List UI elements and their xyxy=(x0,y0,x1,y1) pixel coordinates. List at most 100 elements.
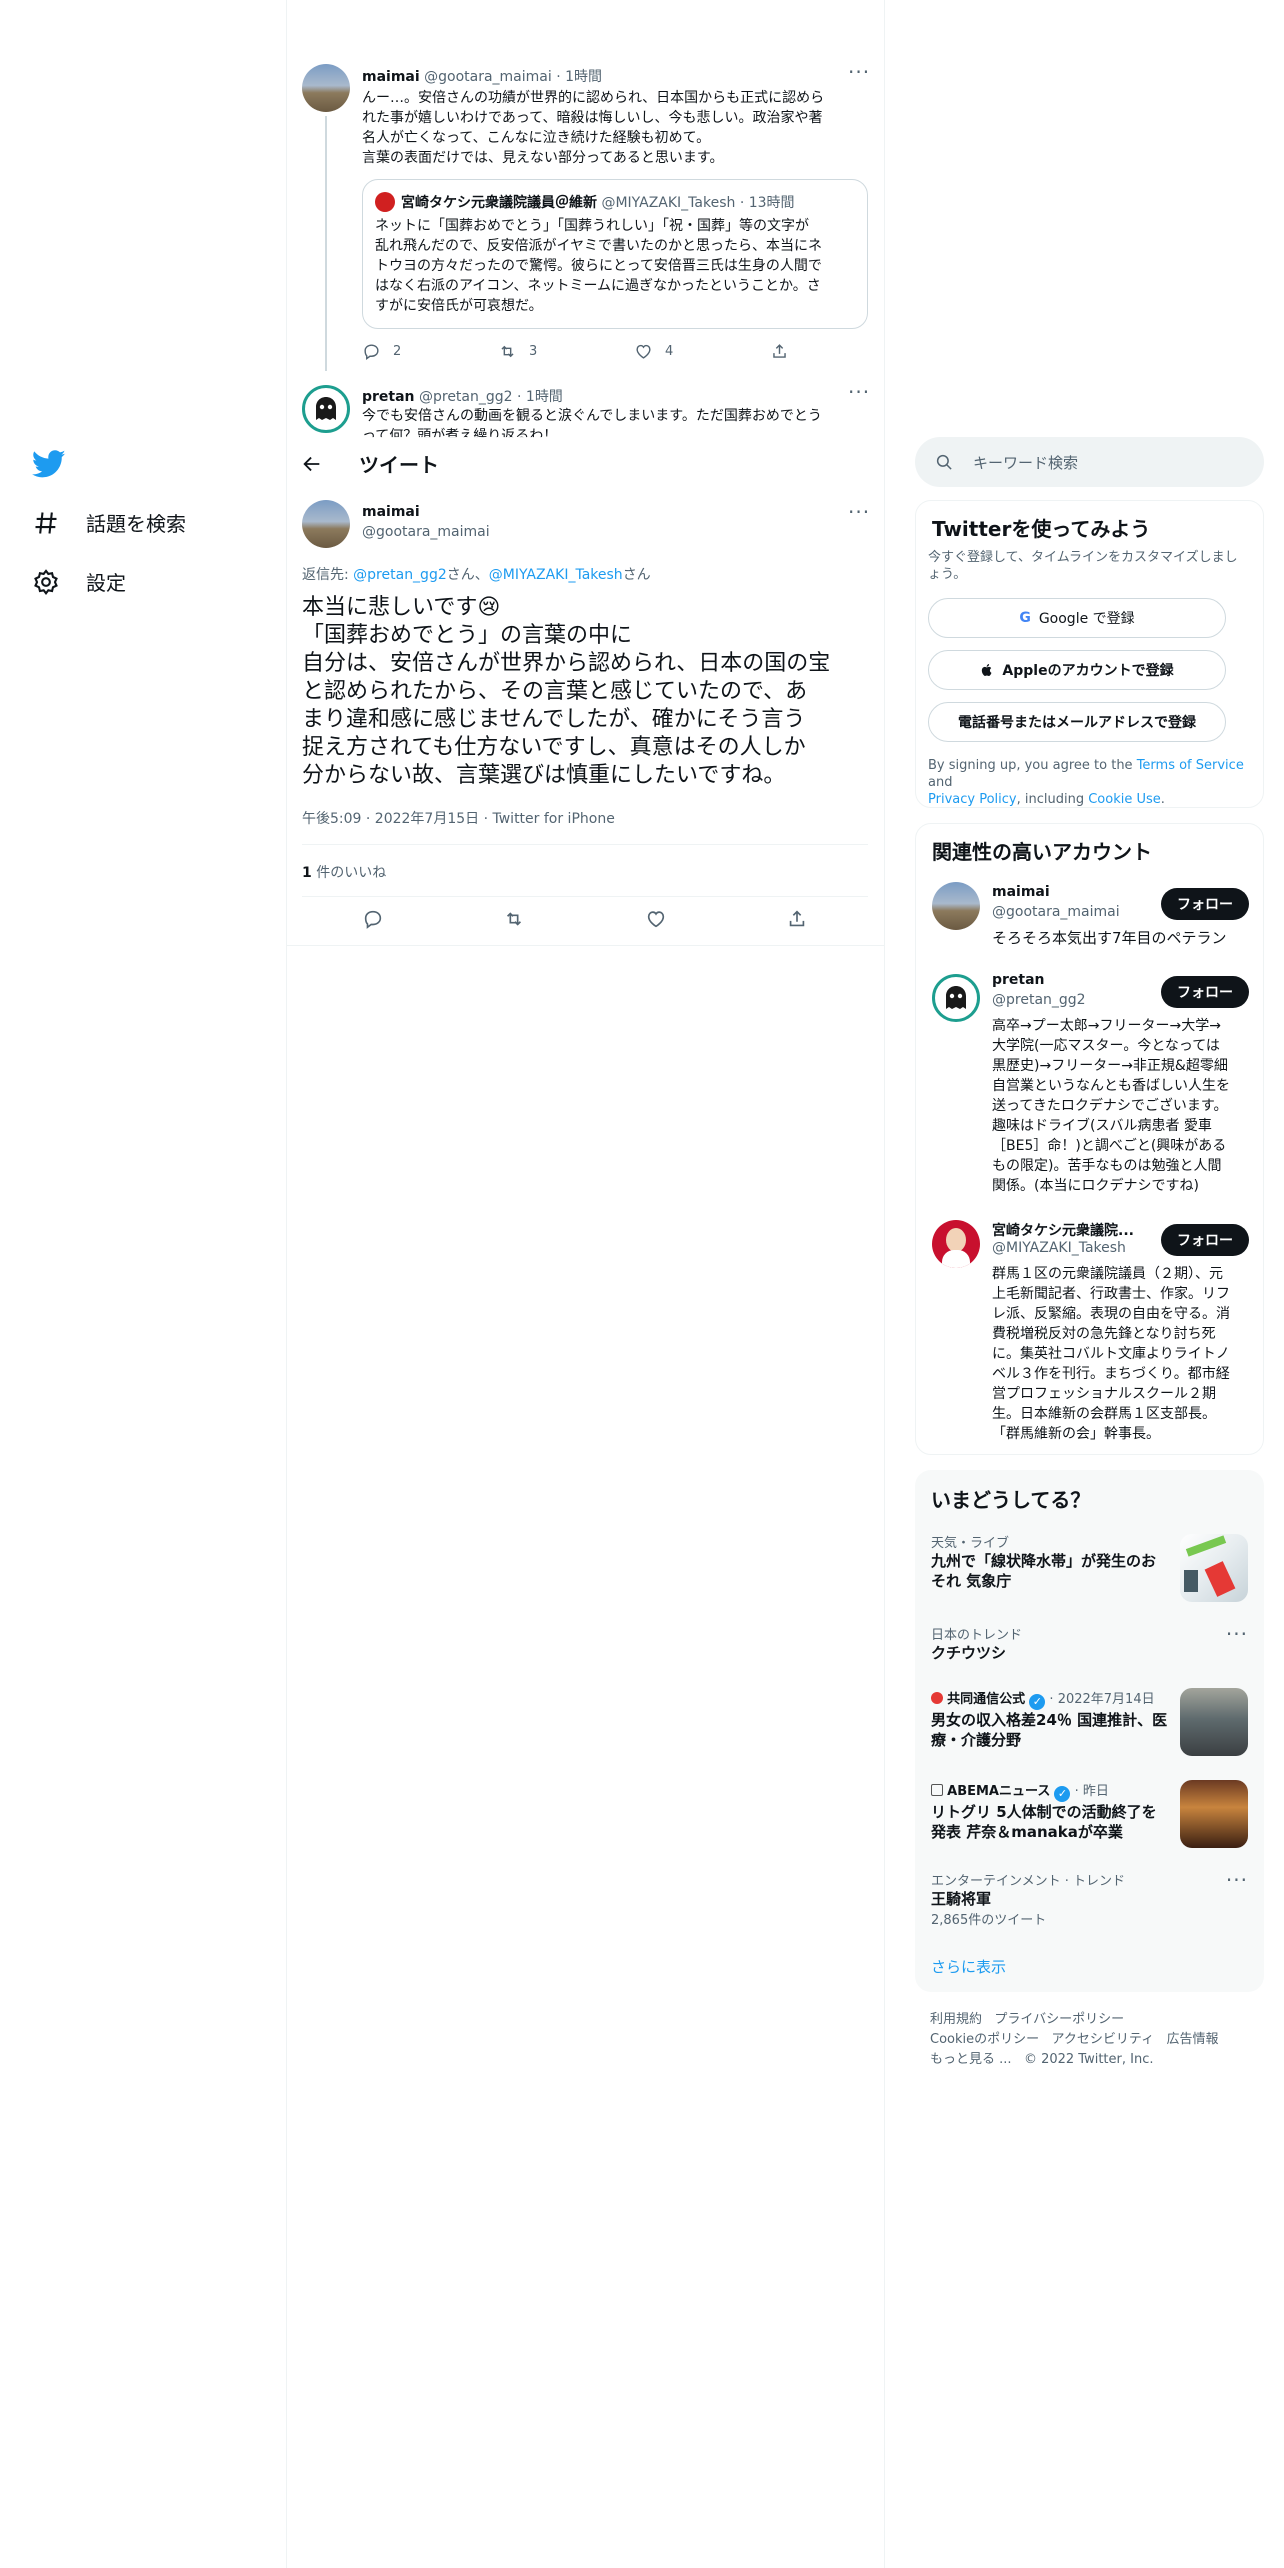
reply-icon[interactable] xyxy=(362,908,384,930)
footer-ads-link[interactable]: 広告情報 xyxy=(1167,2032,1219,2047)
trend-item[interactable]: ABEMAニュース ✓ · 昨日 リトグリ 5人体制での活動終了を 発表 芹奈＆… xyxy=(931,1780,1171,1842)
tweet-text-line: 「国葬おめでとう」の言葉の中に xyxy=(302,623,633,648)
account-handle[interactable]: @pretan_gg2 xyxy=(992,992,1086,1008)
reply-prefix: 返信先: xyxy=(302,567,354,583)
account-bio: そろそろ本気出す7年目のペテラン xyxy=(992,928,1252,948)
more-options-icon[interactable]: ··· xyxy=(848,60,870,84)
tweet-page-header: ツイート xyxy=(287,437,884,490)
account-handle[interactable]: @MIYAZAKI_Takesh xyxy=(992,1240,1126,1256)
reply-mention-link[interactable]: @MIYAZAKI_Takesh xyxy=(489,567,623,583)
google-icon: G xyxy=(1019,610,1031,626)
tweet-text-line: 本当に悲しいです😢 xyxy=(302,595,501,620)
tweet-text-line: 自分は、安倍さんが世界から認められ、日本の国の宝 xyxy=(302,651,831,676)
retweet-icon[interactable] xyxy=(503,908,525,930)
thread-connector-line xyxy=(325,116,327,371)
divider xyxy=(302,844,868,845)
footer-more-link[interactable]: もっと見る ... xyxy=(930,2052,1012,2067)
trend-count: 2,865件のツイート xyxy=(931,1913,1047,1928)
apple-signup-button[interactable]: Appleのアカウントで登録 xyxy=(928,650,1226,690)
bio-line: そろそろ本気出す7年目のペテラン xyxy=(992,929,1227,947)
avatar[interactable] xyxy=(932,882,980,930)
footer-copyright: © 2022 Twitter, Inc. xyxy=(1023,2052,1154,2067)
trend-context: 天気・ライブ xyxy=(931,1536,1010,1551)
tweet-text-line: まり違和感に感じませんでしたが、確かにそう言う xyxy=(302,707,806,732)
handle-time[interactable]: @pretan_gg2 · 1時間 xyxy=(419,389,563,405)
like-button[interactable]: 4 xyxy=(634,342,770,361)
bio-line: 群馬１区の元衆議院議員（２期）、元 xyxy=(992,1266,1223,1282)
account-handle[interactable]: @gootara_maimai xyxy=(992,904,1120,920)
trend-item[interactable]: 天気・ライブ 九州で「線状降水帯」が発生のお それ 気象庁 xyxy=(931,1532,1161,1591)
trend-title-line: 療・介護分野 xyxy=(931,1731,1022,1749)
tweet-text-line: 乱れ飛んだので、反安倍派がイヤミで書いたのかと思ったら、本当にネ xyxy=(375,238,823,254)
account-name[interactable]: pretan xyxy=(992,972,1045,988)
reply-mention-link[interactable]: @pretan_gg2 xyxy=(353,567,447,583)
handle-time[interactable]: @gootara_maimai · 1時間 xyxy=(424,69,602,85)
user-name[interactable]: maimai xyxy=(362,504,420,520)
privacy-link[interactable]: Privacy Policy xyxy=(928,792,1017,807)
account-name[interactable]: maimai xyxy=(992,884,1050,900)
related-title: 関連性の高いアカウント xyxy=(932,840,1152,864)
share-button[interactable] xyxy=(770,342,789,361)
more-options-icon[interactable]: ··· xyxy=(848,380,870,404)
bio-line: 高卒→プー太郎→フリーター→大学→ xyxy=(992,1018,1221,1034)
footer-cookie-link[interactable]: Cookieのポリシー xyxy=(930,2032,1039,2047)
quoted-tweet[interactable]: 宮崎タケシ元衆議院議員＠維新 @MIYAZAKI_Takesh · 13時間 ネ… xyxy=(362,179,868,329)
retweet-count: 3 xyxy=(529,344,538,359)
follow-button[interactable]: フォロー xyxy=(1161,888,1249,920)
trend-thumbnail[interactable] xyxy=(1180,1780,1248,1848)
retweet-button[interactable]: 3 xyxy=(498,342,634,361)
back-arrow-icon[interactable] xyxy=(301,453,323,475)
user-handle[interactable]: @gootara_maimai xyxy=(362,524,490,540)
tweet-text-line: 名人が亡くなって、こんなに泣き続けた経験も初めて。 xyxy=(362,130,711,146)
account-name[interactable]: 宮崎タケシ元衆議院... xyxy=(992,1220,1142,1240)
cookie-link[interactable]: Cookie Use xyxy=(1088,792,1161,807)
likes-summary[interactable]: 1 件のいいね xyxy=(302,862,386,882)
bio-line: 費税増税反対の急先鋒となり討ち死 xyxy=(992,1326,1216,1342)
terms-link[interactable]: Terms of Service xyxy=(1137,758,1244,773)
more-options-icon[interactable]: ··· xyxy=(1226,1868,1248,1892)
footer-privacy-link[interactable]: プライバシーポリシー xyxy=(994,2012,1124,2027)
avatar[interactable] xyxy=(302,64,350,112)
twitter-logo-icon[interactable] xyxy=(32,447,66,481)
trend-title: クチウツシ xyxy=(931,1644,1007,1662)
more-options-icon[interactable]: ··· xyxy=(848,500,870,524)
trend-source: ABEMAニュース xyxy=(947,1784,1051,1799)
bio-line: 上毛新聞記者、行政書士、作家。リフ xyxy=(992,1286,1230,1302)
reply-button[interactable]: 2 xyxy=(362,342,498,361)
share-icon[interactable] xyxy=(786,908,808,930)
avatar[interactable] xyxy=(302,500,350,548)
tweet-text-line: れた事が嬉しいわけであって、暗殺は悔しいし、今も悲しい。政治家や著 xyxy=(362,110,823,126)
trend-source: 共同通信公式 xyxy=(947,1692,1026,1707)
nav-explore[interactable]: 話題を検索 xyxy=(32,508,186,537)
avatar[interactable] xyxy=(932,1220,980,1268)
trend-time: · 2022年7月14日 xyxy=(1045,1692,1155,1707)
bio-line: 大学院(一応マスター。今となっては xyxy=(992,1038,1220,1054)
trend-item[interactable]: エンターテインメント · トレンド 王騎将軍 2,865件のツイート xyxy=(931,1870,1191,1928)
trend-item[interactable]: 日本のトレンド クチウツシ xyxy=(931,1624,1191,1663)
search-input[interactable]: キーワード検索 xyxy=(915,437,1264,487)
user-name[interactable]: maimai xyxy=(362,69,420,85)
follow-button[interactable]: フォロー xyxy=(1161,976,1249,1008)
tweet-timestamp[interactable]: 午後5:09 · 2022年7月15日 · Twitter for iPhone xyxy=(302,808,615,828)
heart-icon[interactable] xyxy=(645,908,667,930)
footer-terms-link[interactable]: 利用規約 xyxy=(930,2012,982,2027)
more-options-icon[interactable]: ··· xyxy=(1226,1622,1248,1646)
bio-line: レ派、反緊縮。表現の自由を守る。消 xyxy=(992,1306,1230,1322)
google-signup-button[interactable]: G Google で登録 xyxy=(928,598,1226,638)
avatar[interactable] xyxy=(302,385,350,433)
avatar[interactable] xyxy=(932,974,980,1022)
trend-thumbnail[interactable] xyxy=(1180,1534,1248,1602)
main-tweet-actions xyxy=(302,908,868,930)
source-logo-icon xyxy=(931,1784,943,1796)
show-more-link[interactable]: さらに表示 xyxy=(931,1956,1006,1977)
nav-settings[interactable]: 設定 xyxy=(32,567,126,596)
trend-thumbnail[interactable] xyxy=(1180,1688,1248,1756)
footer-accessibility-link[interactable]: アクセシビリティ xyxy=(1052,2032,1155,2047)
phone-email-signup-button[interactable]: 電話番号またはメールアドレスで登録 xyxy=(928,702,1226,742)
bio-line: 生。日本維新の会群馬１区支部長。 xyxy=(992,1406,1216,1422)
trend-item[interactable]: 共同通信公式 ✓ · 2022年7月14日 男女の収入格差24％ 国連推計、医 … xyxy=(931,1688,1171,1750)
user-name[interactable]: pretan xyxy=(362,389,415,405)
follow-button[interactable]: フォロー xyxy=(1161,1224,1249,1256)
ghost-icon xyxy=(946,986,966,1009)
gear-icon xyxy=(34,568,58,595)
